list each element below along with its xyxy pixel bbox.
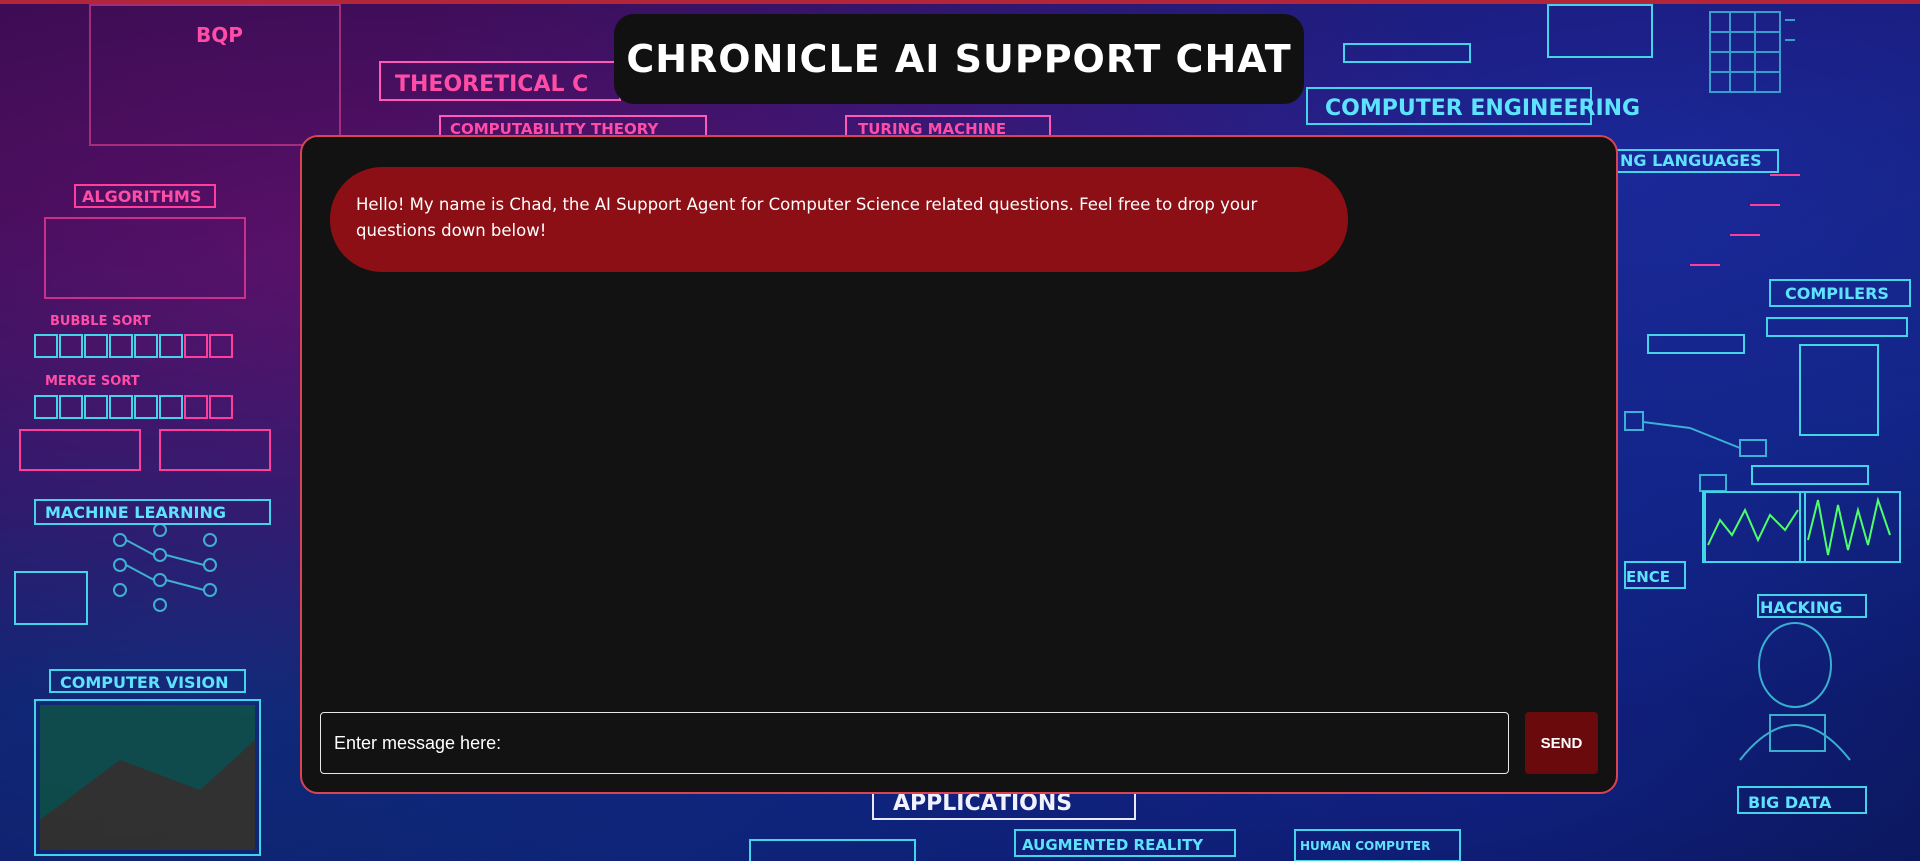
svg-text:BIG DATA: BIG DATA (1748, 793, 1832, 812)
message-composer: SEND (320, 712, 1598, 774)
chat-panel: Hello! My name is Chad, the AI Support A… (300, 135, 1618, 794)
svg-text:THEORETICAL C: THEORETICAL C (395, 72, 588, 97)
title-bar: CHRONICLE AI SUPPORT CHAT (614, 14, 1304, 104)
svg-text:COMPILERS: COMPILERS (1785, 284, 1889, 303)
svg-text:HACKING: HACKING (1760, 598, 1842, 617)
svg-text:HUMAN COMPUTER: HUMAN COMPUTER (1300, 839, 1430, 853)
bot-message-bubble: Hello! My name is Chad, the AI Support A… (330, 167, 1348, 272)
svg-text:COMPUTER VISION: COMPUTER VISION (60, 673, 229, 692)
svg-text:AUGMENTED REALITY: AUGMENTED REALITY (1022, 836, 1204, 854)
svg-text:MERGE SORT: MERGE SORT (45, 374, 140, 389)
page-title: CHRONICLE AI SUPPORT CHAT (626, 37, 1292, 81)
svg-text:APPLICATIONS: APPLICATIONS (893, 791, 1072, 816)
svg-text:BUBBLE SORT: BUBBLE SORT (50, 314, 151, 329)
svg-text:COMPUTER ENGINEERING: COMPUTER ENGINEERING (1325, 96, 1640, 121)
svg-text:ENCE: ENCE (1626, 568, 1670, 586)
svg-text:NG LANGUAGES: NG LANGUAGES (1620, 151, 1762, 170)
svg-text:ALGORITHMS: ALGORITHMS (82, 187, 201, 206)
svg-text:MACHINE LEARNING: MACHINE LEARNING (45, 503, 226, 522)
message-input[interactable] (320, 712, 1509, 774)
svg-text:BQP: BQP (196, 23, 243, 47)
message-list[interactable]: Hello! My name is Chad, the AI Support A… (302, 137, 1616, 702)
send-button[interactable]: SEND (1525, 712, 1598, 774)
